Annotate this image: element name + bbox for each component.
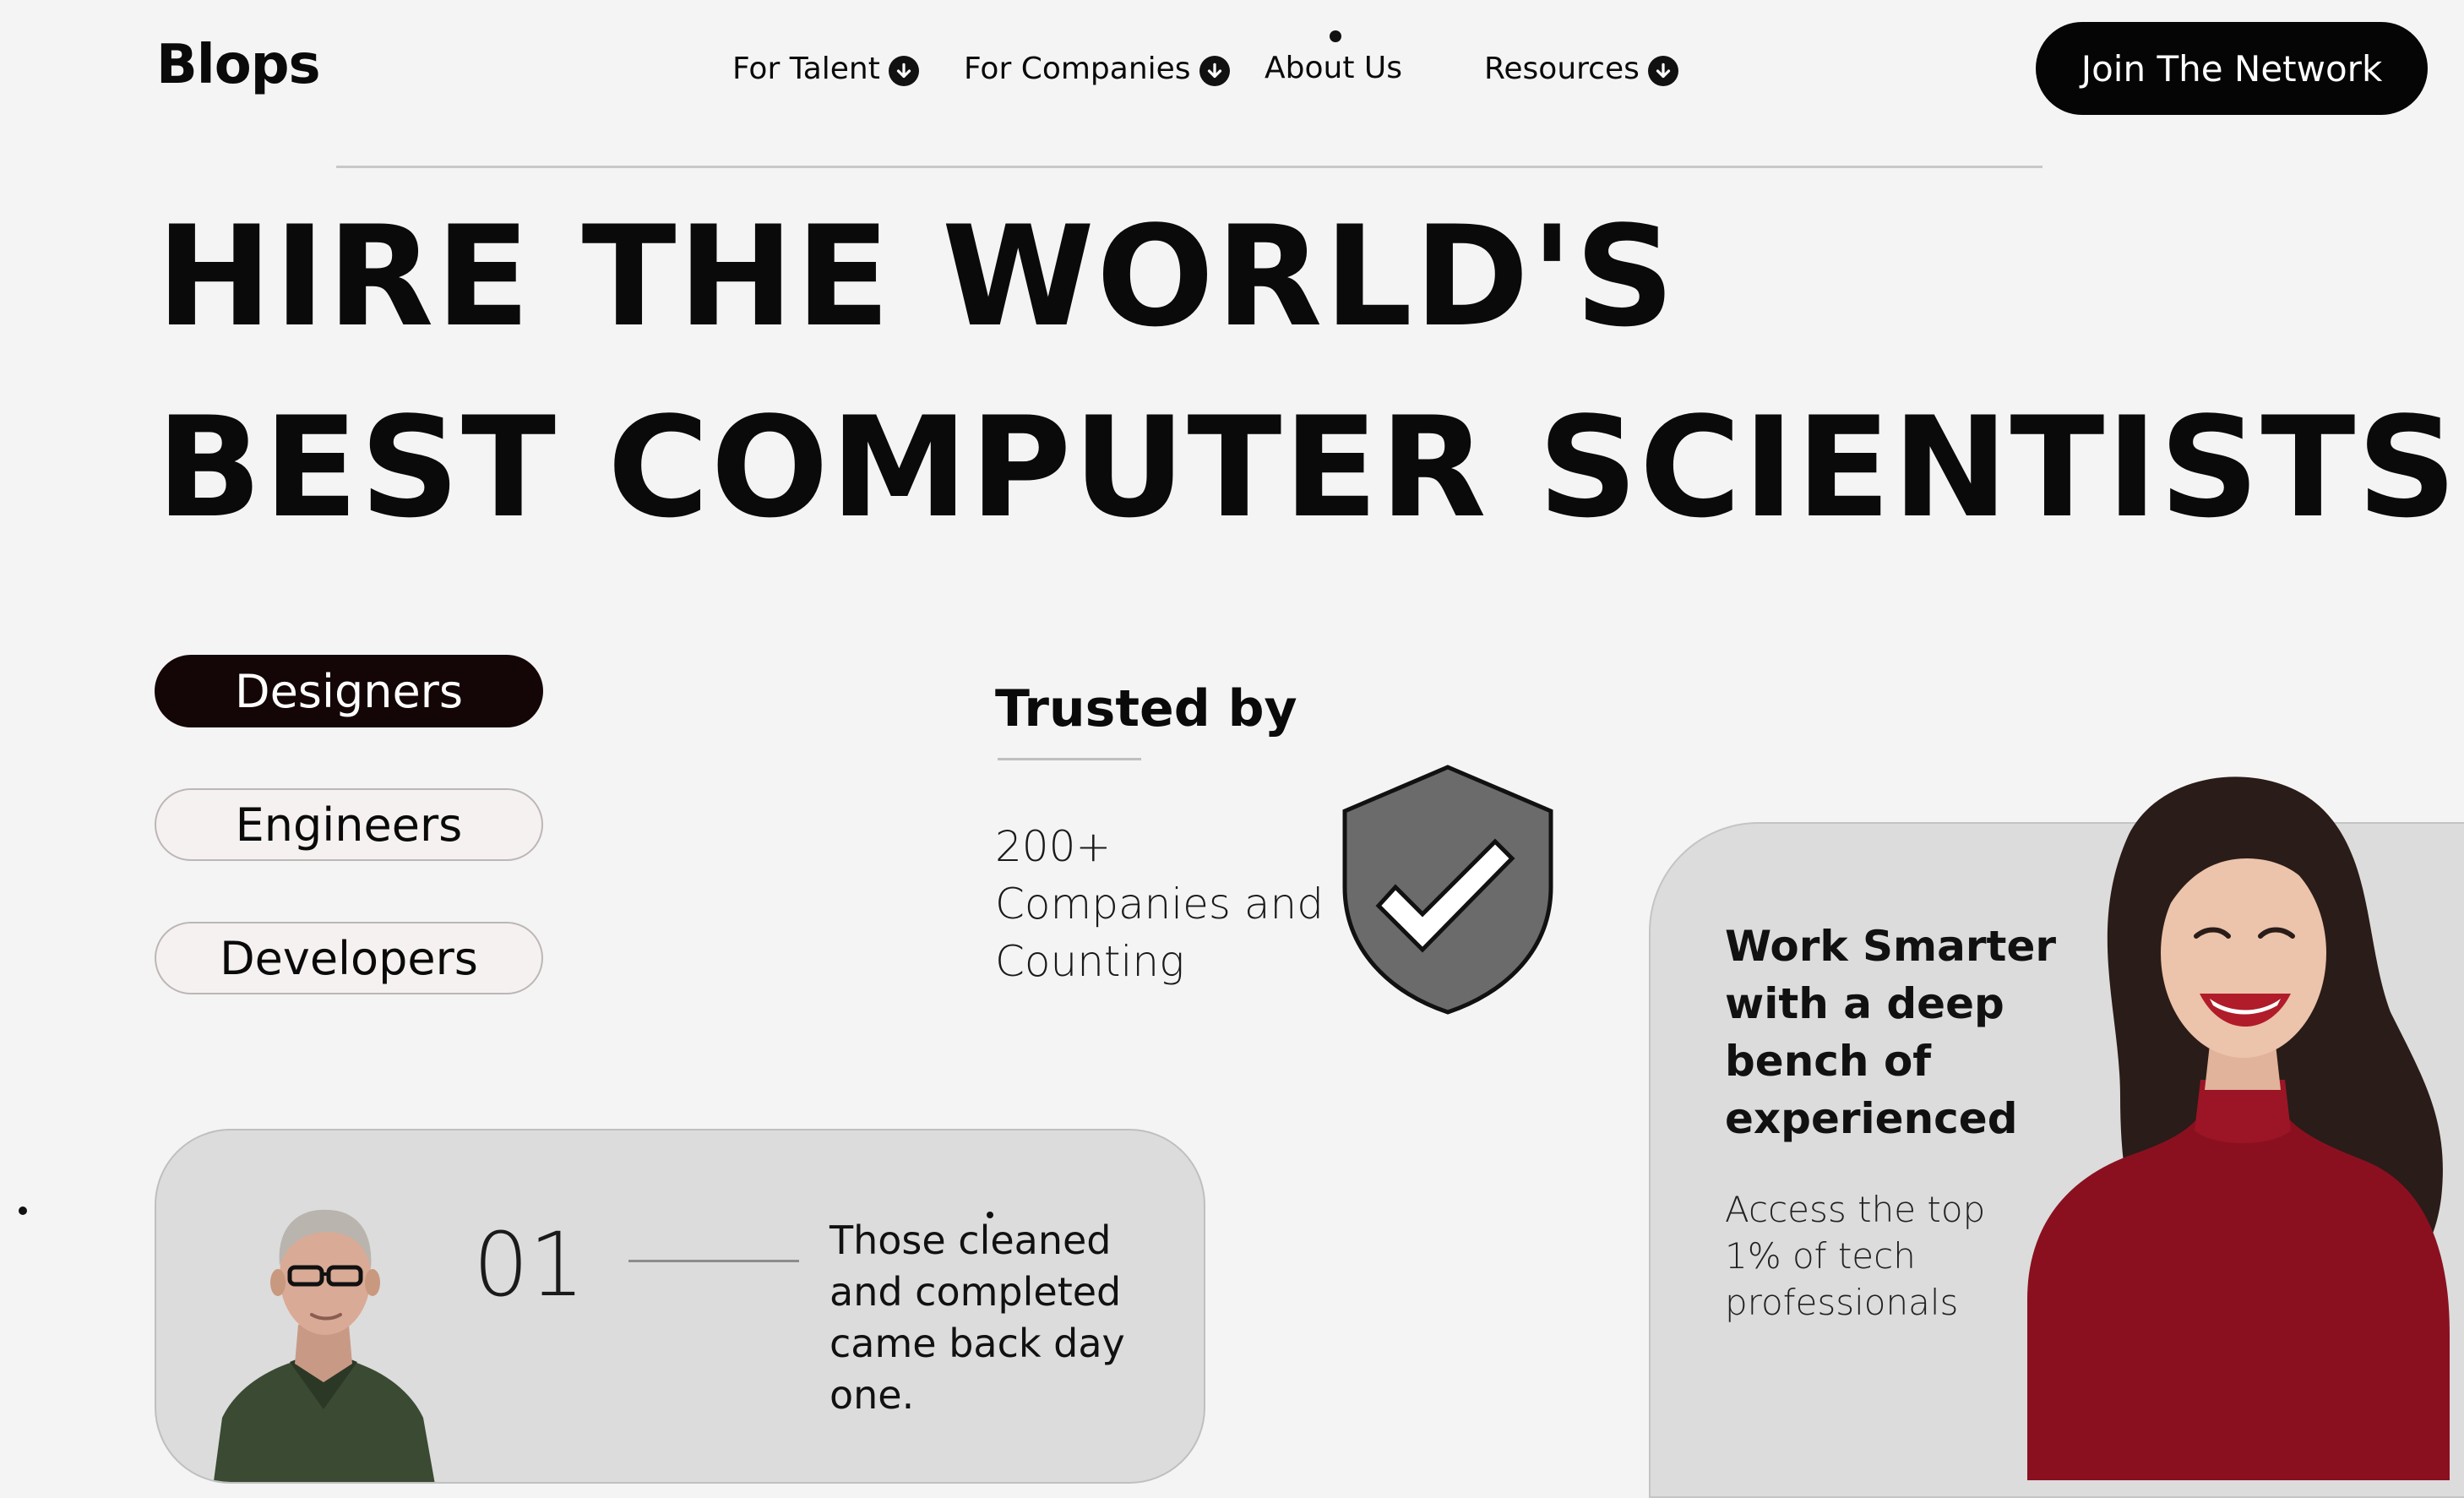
testimonial-divider [628,1260,799,1262]
category-engineers-button[interactable]: Engineers [155,788,543,861]
testimonial-number: 01 [473,1213,585,1316]
logo[interactable]: Blops [156,34,321,96]
nav-about-us[interactable]: About Us [1265,51,1402,85]
active-nav-dot [1330,30,1341,42]
nav-for-talent[interactable]: For Talent [732,51,919,86]
trusted-count-line2: Companies and [995,880,1324,929]
category-designers-button[interactable]: Designers [155,655,543,727]
trusted-by-heading: Trusted by [995,679,1297,738]
testimonial-text: Those cleaned and completed came back da… [829,1217,1125,1418]
feature-text: Access the top 1% of tech professionals [1725,1189,1986,1323]
trusted-count-line1: 200+ [995,822,1112,871]
nav-about-us-label: About Us [1265,51,1402,85]
join-network-button[interactable]: Join The Network [2036,22,2428,115]
decor-dot [19,1207,27,1215]
header-divider [336,166,2042,168]
arrow-down-icon [888,56,919,86]
trusted-count-line3: Counting [995,937,1185,986]
hero-title-line1: HIRE THE WORLD'S [156,196,1677,357]
decor-dot [987,1212,993,1218]
nav-for-companies[interactable]: For Companies [964,51,1230,86]
arrow-down-icon [1199,56,1230,86]
shield-check-icon [1342,765,1553,1015]
nav-for-companies-label: For Companies [964,51,1191,86]
man-portrait-image [213,1209,435,1482]
nav-for-talent-label: For Talent [732,51,880,86]
nav-resources[interactable]: Resources [1484,51,1678,86]
trusted-divider [998,758,1141,760]
trusted-count-text: 200+ Companies and Counting [995,818,1333,990]
nav-resources-label: Resources [1484,51,1640,86]
arrow-down-icon [1647,56,1678,86]
category-developers-button[interactable]: Developers [155,922,543,994]
hero-title-line2: BEST COMPUTER SCIENTISTS [156,387,2459,548]
woman-portrait-image [2027,776,2450,1480]
